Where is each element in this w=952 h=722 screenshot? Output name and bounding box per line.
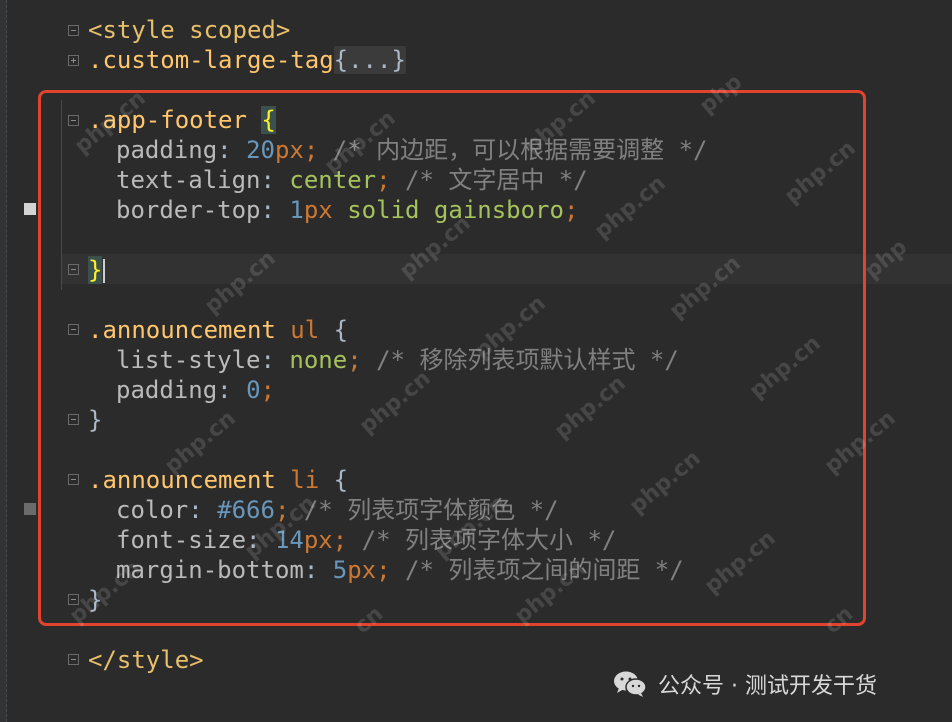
fold-toggle-icon[interactable] <box>68 25 79 36</box>
account-signature: 公众号 · 测试开发干货 <box>612 666 877 702</box>
editor-gutter <box>0 0 7 722</box>
change-marker[interactable] <box>24 503 36 515</box>
code-line: .custom-large-tag{...} <box>88 45 406 75</box>
collapsed-block[interactable]: {...} <box>333 46 406 74</box>
expand-fold-icon[interactable] <box>68 55 79 66</box>
style-close-tag: </style> <box>88 646 204 674</box>
wechat-icon <box>614 671 647 697</box>
style-open-tag: <style scoped> <box>88 16 291 44</box>
code-line: </style> <box>88 645 204 675</box>
fold-toggle-icon[interactable] <box>68 654 79 665</box>
account-name: 公众号 · 测试开发干货 <box>658 674 877 699</box>
code-line: <style scoped> <box>88 15 290 45</box>
selector: .custom-large-tag <box>88 46 334 74</box>
change-marker[interactable] <box>24 203 36 215</box>
